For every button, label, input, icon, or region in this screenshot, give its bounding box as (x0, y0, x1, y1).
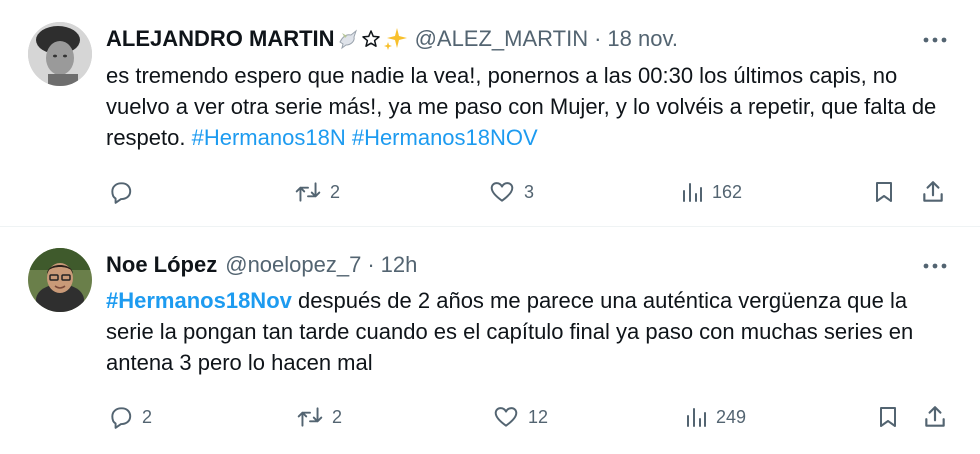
separator-dot: · (367, 252, 375, 277)
reply-count: 2 (142, 406, 153, 427)
hashtag-link[interactable]: #Hermanos18Nov (106, 288, 292, 313)
retweet-icon (295, 182, 321, 202)
tweet-timestamp[interactable]: 18 nov. (607, 26, 678, 52)
dove-icon (338, 29, 357, 50)
retweet-count: 2 (330, 181, 341, 202)
retweet-icon (297, 407, 323, 427)
avatar-photo-icon (28, 248, 92, 312)
bookmark-button[interactable] (876, 402, 900, 432)
bookmark-icon (880, 407, 896, 427)
tweet-text: es tremendo espero que nadie la vea!, po… (106, 60, 946, 153)
name-badges (337, 26, 409, 52)
tweet-timestamp[interactable]: 12h (381, 252, 418, 278)
views-button[interactable]: 249 (684, 402, 746, 432)
more-dots-icon (923, 37, 947, 43)
more-dots-icon (923, 263, 947, 269)
share-button[interactable] (922, 402, 948, 432)
analytics-icon (687, 408, 706, 427)
reply-button[interactable]: 2 (108, 402, 152, 432)
share-button[interactable] (920, 177, 946, 207)
more-options-button[interactable] (920, 30, 950, 50)
hashtag-link[interactable]: #Hermanos18N (192, 125, 346, 150)
view-count: 249 (716, 406, 747, 427)
avatar[interactable] (28, 22, 92, 86)
reply-button[interactable] (108, 177, 142, 207)
author-name[interactable]: ALEJANDRO MARTIN (106, 26, 335, 52)
tweet-actions: 2 2 12 249 (106, 402, 956, 432)
like-button[interactable]: 12 (492, 402, 548, 432)
author-handle[interactable]: @ALEZ_MARTIN (415, 26, 589, 52)
hashtag-link[interactable]: #Hermanos18NOV (352, 125, 538, 150)
tweet-alejandro-martin[interactable]: ALEJANDRO MARTIN @ALEZ_MARTIN · 18 nov. … (0, 0, 980, 226)
bookmark-icon (876, 182, 892, 202)
avatar[interactable] (28, 248, 92, 312)
share-icon (923, 181, 943, 202)
tweet-text: #Hermanos18Nov después de 2 años me pare… (106, 285, 946, 378)
author-handle[interactable]: @noelopez_7 (225, 252, 361, 278)
heart-icon (494, 407, 518, 427)
retweet-button[interactable]: 2 (294, 177, 340, 207)
heart-icon (490, 182, 514, 202)
tweet-actions: 2 3 162 (106, 177, 956, 207)
like-count: 3 (524, 181, 535, 202)
more-options-button[interactable] (920, 256, 950, 276)
like-count: 12 (528, 406, 549, 427)
retweet-button[interactable]: 2 (296, 402, 342, 432)
tweet-noe-lopez[interactable]: Noe López @noelopez_7 · 12h #Hermanos18N… (0, 226, 980, 454)
separator-dot: · (594, 26, 602, 51)
star-outline-icon (361, 30, 380, 47)
retweet-count: 2 (332, 406, 343, 427)
tweet-header: Noe López @noelopez_7 · 12h (106, 250, 417, 280)
analytics-icon (683, 183, 702, 202)
author-name[interactable]: Noe López (106, 252, 217, 278)
share-icon (925, 406, 945, 427)
like-button[interactable]: 3 (488, 177, 534, 207)
views-button[interactable]: 162 (680, 177, 742, 207)
reply-icon (111, 182, 132, 204)
sparkles-icon (383, 28, 407, 50)
bookmark-button[interactable] (872, 177, 896, 207)
avatar-photo-icon (28, 22, 92, 86)
reply-icon (111, 407, 132, 429)
view-count: 162 (712, 181, 743, 202)
tweet-header: ALEJANDRO MARTIN @ALEZ_MARTIN · 18 nov. (106, 24, 678, 54)
